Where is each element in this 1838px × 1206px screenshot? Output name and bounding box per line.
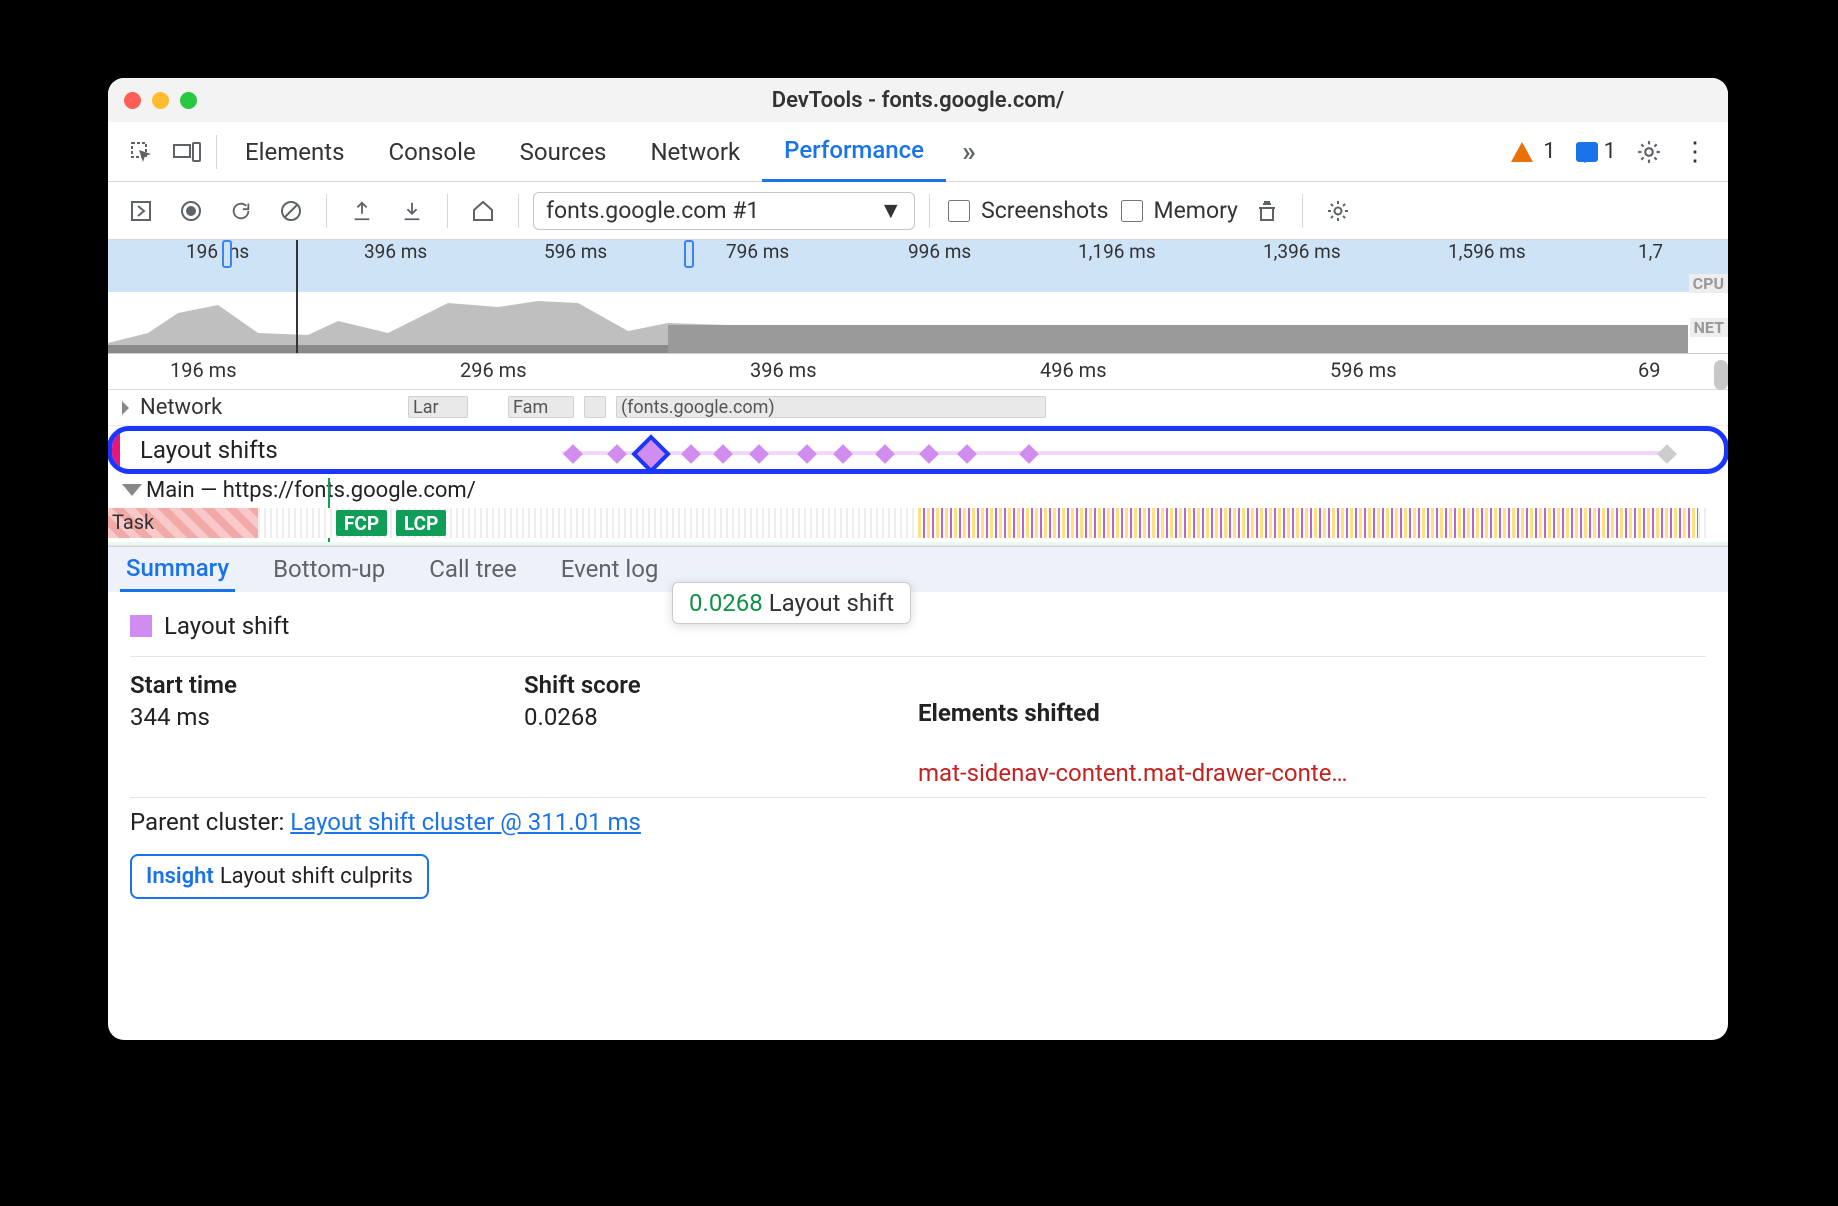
time-range-handle-right[interactable] xyxy=(684,240,694,268)
task-label: Task xyxy=(108,510,154,534)
tab-event-log[interactable]: Event log xyxy=(555,546,665,592)
capture-settings-gear-icon[interactable] xyxy=(1317,190,1359,232)
checkbox-memory[interactable]: Memory xyxy=(1117,197,1238,225)
checkbox-screenshots[interactable]: Screenshots xyxy=(944,197,1108,225)
layout-shift-marker-selected[interactable] xyxy=(635,438,666,469)
settings-gear-icon[interactable] xyxy=(1626,139,1672,165)
overview-ticks: 196 ms 396 ms 596 ms 796 ms 996 ms 1,196… xyxy=(108,240,1728,266)
layout-shift-tooltip: 0.0268 Layout shift xyxy=(672,582,911,624)
msg-count: 1 xyxy=(1604,139,1616,164)
insight-prefix: Insight xyxy=(146,864,214,889)
tab-console[interactable]: Console xyxy=(366,122,497,182)
layout-shift-marker[interactable] xyxy=(1019,444,1039,464)
overview-minimap[interactable]: 196 ms 396 ms 596 ms 796 ms 996 ms 1,196… xyxy=(108,240,1728,354)
layout-shift-marker[interactable] xyxy=(563,444,583,464)
main-label: Main — https://fonts.google.com/ xyxy=(146,478,476,503)
clear-icon[interactable] xyxy=(270,190,312,232)
shift-score-value: 0.0268 xyxy=(524,703,918,731)
inspect-icon[interactable] xyxy=(118,122,164,182)
cpu-graph xyxy=(108,273,1688,353)
layout-shift-marker[interactable] xyxy=(1657,444,1677,464)
devtools-window: DevTools - fonts.google.com/ Elements Co… xyxy=(108,78,1728,1040)
summary-table: Start time 344 ms Shift score 0.0268 Ele… xyxy=(130,667,1706,787)
layout-shift-marker[interactable] xyxy=(875,444,895,464)
reload-record-icon[interactable] xyxy=(220,190,262,232)
download-profile-icon[interactable] xyxy=(391,190,433,232)
track-layout-shifts[interactable]: Layout shifts xyxy=(108,426,1728,474)
titlebar: DevTools - fonts.google.com/ xyxy=(108,78,1728,122)
elements-shifted-label: Elements shifted xyxy=(918,699,1706,727)
panel-tabs: Elements Console Sources Network Perform… xyxy=(108,122,1728,182)
toggle-sidebar-icon[interactable] xyxy=(120,190,162,232)
time-cursor xyxy=(296,240,298,353)
layout-shifts-label: Layout shifts xyxy=(140,436,278,464)
time-range-handle-left[interactable] xyxy=(222,240,232,268)
more-menu-icon[interactable]: ⋮ xyxy=(1672,137,1718,167)
tab-elements[interactable]: Elements xyxy=(223,122,366,182)
tooltip-label: Layout shift xyxy=(769,589,894,617)
layout-shift-marker[interactable] xyxy=(797,444,817,464)
layout-shift-marker[interactable] xyxy=(749,444,769,464)
tab-sources[interactable]: Sources xyxy=(498,122,629,182)
details-tabs: Summary Bottom-up Call tree Event log xyxy=(108,546,1728,592)
elements-shifted-value[interactable]: mat-sidenav-content.mat-drawer-conte… xyxy=(918,759,1706,787)
shift-score-label: Shift score xyxy=(524,671,918,699)
layout-shift-marker[interactable] xyxy=(833,444,853,464)
messages[interactable]: 1 xyxy=(1566,139,1626,164)
layout-shift-marker[interactable] xyxy=(607,444,627,464)
expand-icon[interactable] xyxy=(122,401,136,415)
insight-label: Layout shift culprits xyxy=(220,864,413,889)
window-title: DevTools - fonts.google.com/ xyxy=(108,88,1728,113)
start-time-label: Start time xyxy=(130,671,524,699)
net-segment[interactable]: Lar xyxy=(408,396,468,418)
home-icon[interactable] xyxy=(462,190,504,232)
tab-summary[interactable]: Summary xyxy=(120,546,235,592)
collapse-icon[interactable] xyxy=(122,484,142,496)
tooltip-value: 0.0268 xyxy=(689,589,763,617)
summary-pane: Layout shift Start time 344 ms Shift sco… xyxy=(108,592,1728,919)
layout-shift-marker[interactable] xyxy=(957,444,977,464)
scrollbar-vertical[interactable] xyxy=(1714,360,1728,390)
trash-icon[interactable] xyxy=(1246,190,1288,232)
recording-url: fonts.google.com #1 xyxy=(546,197,759,224)
track-network[interactable]: Network Lar Fam (fonts.google.com) xyxy=(108,390,1728,426)
tab-call-tree[interactable]: Call tree xyxy=(423,546,523,592)
net-segment[interactable]: Fam xyxy=(508,396,574,418)
layout-shift-marker[interactable] xyxy=(681,444,701,464)
tab-performance[interactable]: Performance xyxy=(762,122,946,182)
issues-warning[interactable]: 1 xyxy=(1501,139,1565,164)
color-swatch-icon xyxy=(130,615,152,637)
badge-fcp[interactable]: FCP xyxy=(336,510,387,536)
detail-ruler[interactable]: 196 ms 296 ms 396 ms 496 ms 596 ms 69 xyxy=(108,354,1728,390)
layout-shift-marker[interactable] xyxy=(919,444,939,464)
start-time-value: 344 ms xyxy=(130,703,524,731)
more-tabs-icon[interactable]: » xyxy=(946,122,992,182)
cpu-label: CPU xyxy=(1689,274,1728,293)
parent-cluster-link[interactable]: Layout shift cluster @ 311.01 ms xyxy=(290,808,641,836)
insight-chip[interactable]: Insight Layout shift culprits xyxy=(130,854,429,899)
badge-lcp[interactable]: LCP xyxy=(396,510,446,536)
upload-profile-icon[interactable] xyxy=(341,190,383,232)
track-network-label: Network xyxy=(140,395,222,420)
net-segment[interactable] xyxy=(584,396,606,418)
tab-bottom-up[interactable]: Bottom-up xyxy=(267,546,391,592)
dropdown-icon: ▼ xyxy=(879,197,902,224)
performance-toolbar: fonts.google.com #1 ▼ Screenshots Memory xyxy=(108,182,1728,240)
net-segment[interactable]: (fonts.google.com) xyxy=(616,396,1046,418)
record-icon[interactable] xyxy=(170,190,212,232)
device-toolbar-icon[interactable] xyxy=(164,122,210,182)
recording-select[interactable]: fonts.google.com #1 ▼ xyxy=(533,192,915,230)
summary-heading: Layout shift xyxy=(164,612,289,640)
layout-shift-marker[interactable] xyxy=(713,444,733,464)
parent-cluster-label: Parent cluster: xyxy=(130,808,290,836)
warn-count: 1 xyxy=(1543,139,1555,164)
net-label: NET xyxy=(1690,318,1728,337)
track-main[interactable]: Main — https://fonts.google.com/ Task FC… xyxy=(108,474,1728,546)
tab-network[interactable]: Network xyxy=(628,122,762,182)
